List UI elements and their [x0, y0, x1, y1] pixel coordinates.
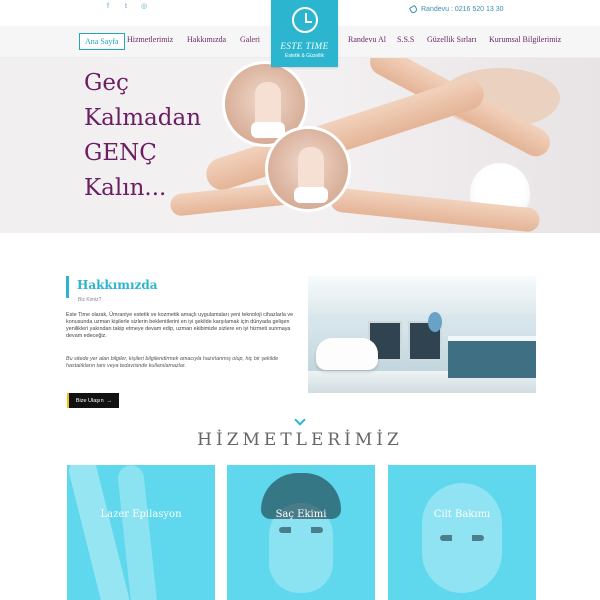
contact-us-label: Bize Ulaşın: [75, 397, 104, 404]
service-card-label: Lazer Epilasyon: [100, 509, 182, 520]
social-links: f t ◎: [104, 3, 148, 11]
site-logo[interactable]: ESTE TIME Estetik & Güzellik: [271, 0, 338, 67]
about-title: Hakkımızda: [77, 278, 158, 292]
chevron-down-icon[interactable]: [294, 414, 306, 426]
facebook-icon[interactable]: f: [104, 3, 112, 11]
nav-item-gallery[interactable]: Galeri: [240, 35, 260, 44]
hero-line: Geç: [84, 70, 129, 96]
service-card-label: Saç Ekimi: [275, 509, 327, 520]
hero-line: Kalmadan: [84, 105, 202, 131]
phone-icon: [408, 4, 419, 15]
twitter-icon[interactable]: t: [122, 3, 130, 11]
clock-icon: [292, 7, 318, 33]
clinic-interior-image: [308, 276, 536, 393]
nav-item-faq[interactable]: S.S.S: [397, 35, 414, 44]
about-accent-bar: [66, 276, 69, 298]
logo-tagline: Estetik & Güzellik: [285, 53, 324, 59]
contact-us-button[interactable]: Bize Ulaşın →: [67, 393, 119, 408]
nav-item-beauty-secrets[interactable]: Güzellik Sırları: [427, 35, 477, 44]
arrow-right-icon: →: [106, 397, 113, 404]
appointment-phone[interactable]: Randevu : 0216 520 13 30: [408, 4, 504, 15]
service-card-label: Cilt Bakımı: [433, 509, 491, 520]
nav-item-corporate[interactable]: Kurumsal Bilgilerimiz: [489, 35, 561, 44]
hero-banner: Geç Kalmadan GENÇ Kalın...: [0, 58, 600, 233]
about-subtitle: Biz Kimiz?: [78, 297, 102, 303]
instagram-icon[interactable]: ◎: [140, 3, 148, 11]
hero-circle-image: [265, 126, 351, 212]
services-title: HİZMETLERİMİZ: [197, 430, 403, 450]
nav-item-appointment[interactable]: Randevu Al: [348, 35, 386, 44]
logo-name: ESTE TIME: [280, 41, 329, 51]
about-paragraph: Este Time olarak, Ümraniye estetik ve ko…: [66, 312, 294, 339]
nav-item-about[interactable]: Hakkımızda: [187, 35, 226, 44]
hero-headline: Geç Kalmadan GENÇ Kalın...: [84, 66, 201, 206]
nav-item-home[interactable]: Ana Sayfa: [79, 33, 125, 50]
about-disclaimer: Bu sitede yer alan bilgiler, kişileri bi…: [66, 356, 279, 369]
appointment-phone-text: Randevu : 0216 520 13 30: [421, 6, 504, 13]
service-card-skin-care[interactable]: Cilt Bakımı: [388, 465, 536, 600]
hero-line: Kalın...: [84, 175, 167, 201]
service-card-hair-transplant[interactable]: Saç Ekimi: [227, 465, 375, 600]
hero-line: GENÇ: [84, 140, 157, 166]
nav-item-services[interactable]: Hizmetlerimiz: [127, 35, 173, 44]
service-card-laser[interactable]: Lazer Epilasyon: [67, 465, 215, 600]
